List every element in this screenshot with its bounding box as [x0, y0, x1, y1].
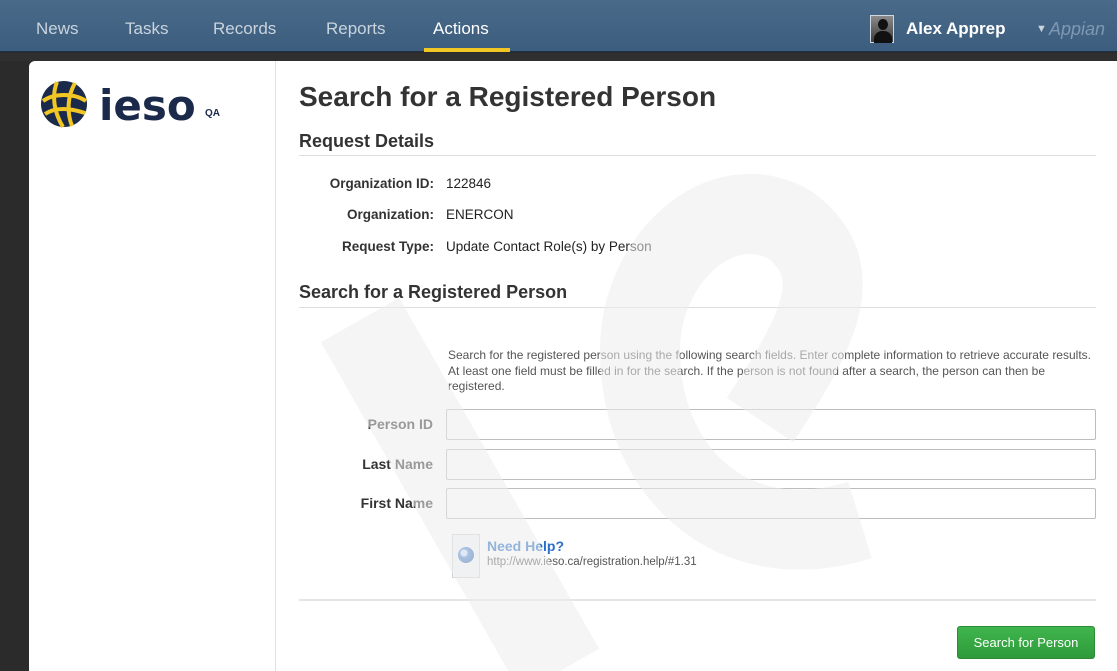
need-help-link[interactable]: Need Help?	[487, 538, 564, 554]
globe-icon	[458, 547, 474, 563]
request-type-value: Update Contact Role(s) by Person	[446, 239, 652, 254]
avatar-head-shape	[878, 19, 888, 30]
nav-item-tasks[interactable]: Tasks	[125, 0, 168, 52]
first-name-label: First Name	[360, 495, 433, 511]
request-type-label: Request Type:	[341, 239, 434, 254]
avatar[interactable]	[870, 15, 894, 43]
organization-id-label: Organization ID:	[329, 176, 434, 191]
divider	[299, 155, 1096, 156]
person-id-input[interactable]	[446, 409, 1096, 440]
divider	[299, 599, 1096, 601]
brand-logo-text: Appian	[1049, 19, 1106, 39]
last-name-input[interactable]	[446, 449, 1096, 480]
first-name-input[interactable]	[446, 488, 1096, 519]
search-section-header: Search for a Registered Person	[299, 282, 568, 302]
active-tab-indicator	[424, 48, 510, 52]
divider	[299, 307, 1096, 308]
help-icon-box[interactable]	[452, 534, 480, 578]
page-title: Search for a Registered Person	[299, 81, 717, 112]
main-content: Search for a Registered Person Request D…	[299, 61, 1096, 671]
organization-id-value: 122846	[446, 176, 492, 191]
request-details-header: Request Details	[299, 131, 435, 151]
avatar-body-shape	[874, 31, 892, 43]
caret-down-icon[interactable]: ▼	[1036, 0, 1047, 52]
ieso-globe-logo-icon	[41, 81, 88, 129]
search-for-person-button[interactable]: Search for Person	[957, 626, 1095, 659]
nav-item-records[interactable]: Records	[213, 0, 276, 52]
header-shadow-band	[0, 53, 1117, 61]
top-navigation-bar: News Tasks Records Reports Actions Alex …	[0, 0, 1117, 52]
nav-item-news[interactable]: News	[36, 0, 79, 52]
person-id-label: Person ID	[367, 416, 433, 432]
environment-badge: QA	[205, 108, 220, 119]
nav-item-reports[interactable]: Reports	[326, 0, 386, 52]
user-menu-name[interactable]: Alex Apprep	[906, 0, 1006, 52]
sidebar: ieso QA	[29, 61, 276, 671]
ieso-logo-text: ieso	[99, 81, 196, 130]
last-name-label: Last Name	[362, 456, 433, 472]
content-panel: ieso QA Search for a Registered Person R…	[29, 61, 1117, 671]
organization-label: Organization:	[347, 207, 434, 222]
nav-item-actions[interactable]: Actions	[433, 0, 489, 52]
help-url-link[interactable]: http://www.ieso.ca/registration.help/#1.…	[487, 556, 697, 568]
search-instructions: Search for the registered person using t…	[448, 348, 1091, 393]
organization-value: ENERCON	[446, 207, 514, 222]
